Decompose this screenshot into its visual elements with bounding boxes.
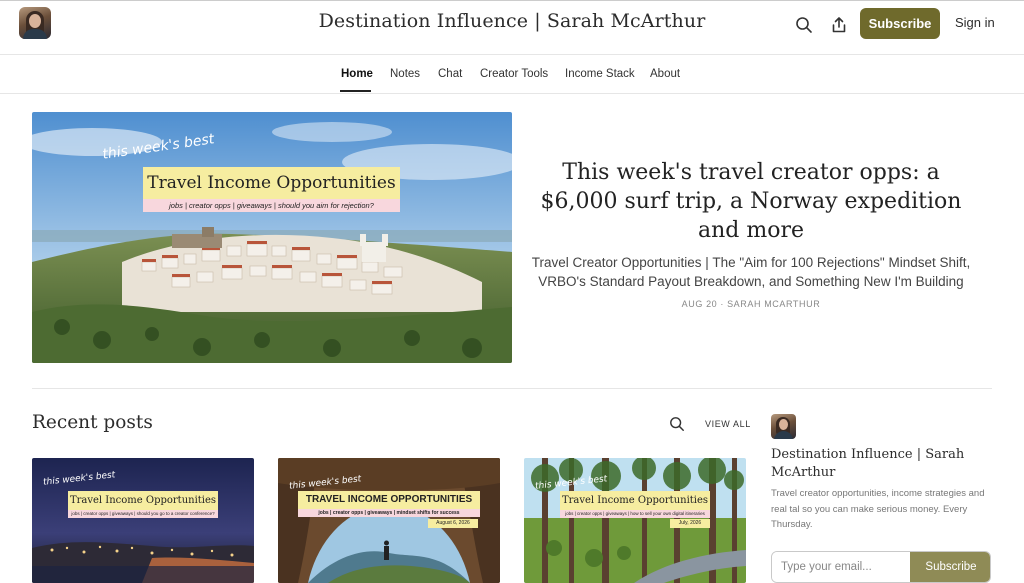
email-input[interactable] <box>772 552 911 582</box>
main-nav: Home Notes Chat Creator Tools Income Sta… <box>0 56 1024 94</box>
nav-tab-home[interactable]: Home <box>341 68 373 80</box>
header-subscribe-button[interactable]: Subscribe <box>860 8 940 39</box>
card-banner-title: TRAVEL INCOME OPPORTUNITIES <box>298 491 480 509</box>
top-header: Destination Influence | Sarah McArthur S… <box>0 0 1024 55</box>
hero-post-meta: AUG 20 · SARAH MCARTHUR <box>681 299 821 309</box>
sidebar-description: Travel creator opportunities, income str… <box>771 488 985 530</box>
card-banner-subtitle: jobs | creator opps | giveaways | mindse… <box>298 509 480 517</box>
active-tab-indicator <box>340 90 371 92</box>
search-icon[interactable] <box>792 13 816 37</box>
card-date: July, 2026 <box>670 519 710 528</box>
nav-tab-notes[interactable]: Notes <box>390 68 420 80</box>
hero-image-banner-title: Travel Income Opportunities <box>143 167 400 199</box>
card-banner-title: Travel Income Opportunities <box>560 491 710 510</box>
sidebar-avatar[interactable] <box>771 414 796 439</box>
card-banner-subtitle: jobs | creator opps | giveaways | how to… <box>560 510 710 518</box>
email-subscribe-form: Subscribe <box>771 551 991 583</box>
post-card[interactable]: this week's best Travel Income Opportuni… <box>524 458 746 583</box>
nav-tab-income-stack[interactable]: Income Stack <box>565 68 635 80</box>
hero-post: This week's travel creator opps: a $6,00… <box>530 158 972 309</box>
share-icon[interactable] <box>827 13 851 37</box>
nav-tab-chat[interactable]: Chat <box>438 68 462 80</box>
nav-tab-creator-tools[interactable]: Creator Tools <box>480 68 548 80</box>
section-divider <box>32 388 992 389</box>
signin-link[interactable]: Sign in <box>955 15 995 30</box>
post-card[interactable]: this week's best TRAVEL INCOME OPPORTUNI… <box>278 458 500 583</box>
hero-post-subtitle[interactable]: Travel Creator Opportunities | The "Aim … <box>530 253 972 291</box>
hero-image-banner-subtitle: jobs | creator opps | giveaways | should… <box>143 199 400 212</box>
view-all-link[interactable]: VIEW ALL <box>705 419 751 429</box>
card-banner-subtitle: jobs | creator opps | giveaways | should… <box>68 510 218 518</box>
hero-post-image[interactable]: this week's best Travel Income Opportuni… <box>32 112 512 363</box>
search-icon[interactable] <box>665 412 689 436</box>
nav-tab-about[interactable]: About <box>650 68 680 80</box>
sidebar-publication-name[interactable]: Destination Influence | Sarah McArthur <box>771 446 986 482</box>
hero-post-title[interactable]: This week's travel creator opps: a $6,00… <box>530 158 972 245</box>
card-banner-title: Travel Income Opportunities <box>68 491 218 510</box>
post-card[interactable]: this week's best Travel Income Opportuni… <box>32 458 254 583</box>
recent-posts-heading: Recent posts <box>32 412 153 433</box>
sidebar-subscribe-button[interactable]: Subscribe <box>910 552 990 582</box>
card-date: August 6, 2026 <box>428 519 478 528</box>
